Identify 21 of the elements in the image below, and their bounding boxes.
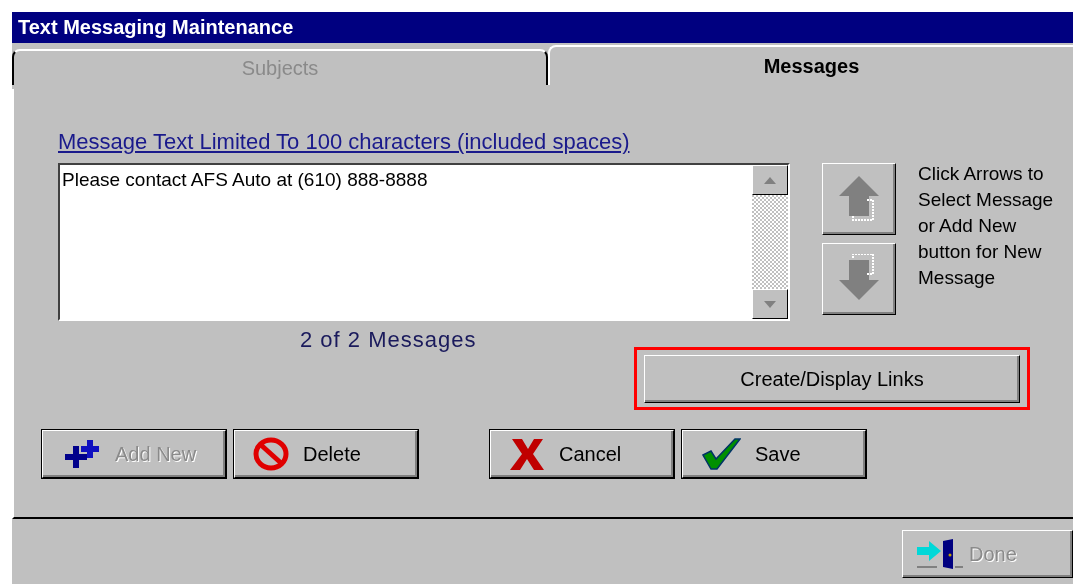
exit-door-icon (915, 538, 963, 569)
x-icon (509, 437, 545, 471)
tab[interactable]: Messages (548, 45, 1073, 85)
scroll-down-button[interactable] (752, 289, 788, 319)
down-triangle-icon (764, 300, 776, 308)
next-message-button[interactable] (822, 243, 896, 315)
previous-message-button[interactable] (822, 163, 896, 235)
scroll-up-button[interactable] (752, 165, 788, 195)
message-limit-link[interactable]: Message Text Limited To 100 characters (included spaces) (58, 129, 630, 155)
save-button[interactable]: Save (682, 430, 866, 478)
up-triangle-icon (764, 176, 776, 184)
up-arrow-icon (839, 174, 879, 224)
checkmark-icon (701, 437, 741, 471)
cancel-button[interactable]: Cancel (490, 430, 674, 478)
message-counter: 2 of 2 Messages (300, 327, 477, 353)
prohibited-icon (253, 437, 289, 471)
create-display-links-button[interactable]: Create/Display Links (644, 354, 1020, 403)
delete-button[interactable]: Delete (234, 430, 418, 478)
scrollbar[interactable] (752, 165, 788, 319)
window-title: Text Messaging Maintenance (12, 12, 1073, 43)
instructions-text: Click Arrows to Select Message or Add New button for New Message (918, 162, 1055, 290)
